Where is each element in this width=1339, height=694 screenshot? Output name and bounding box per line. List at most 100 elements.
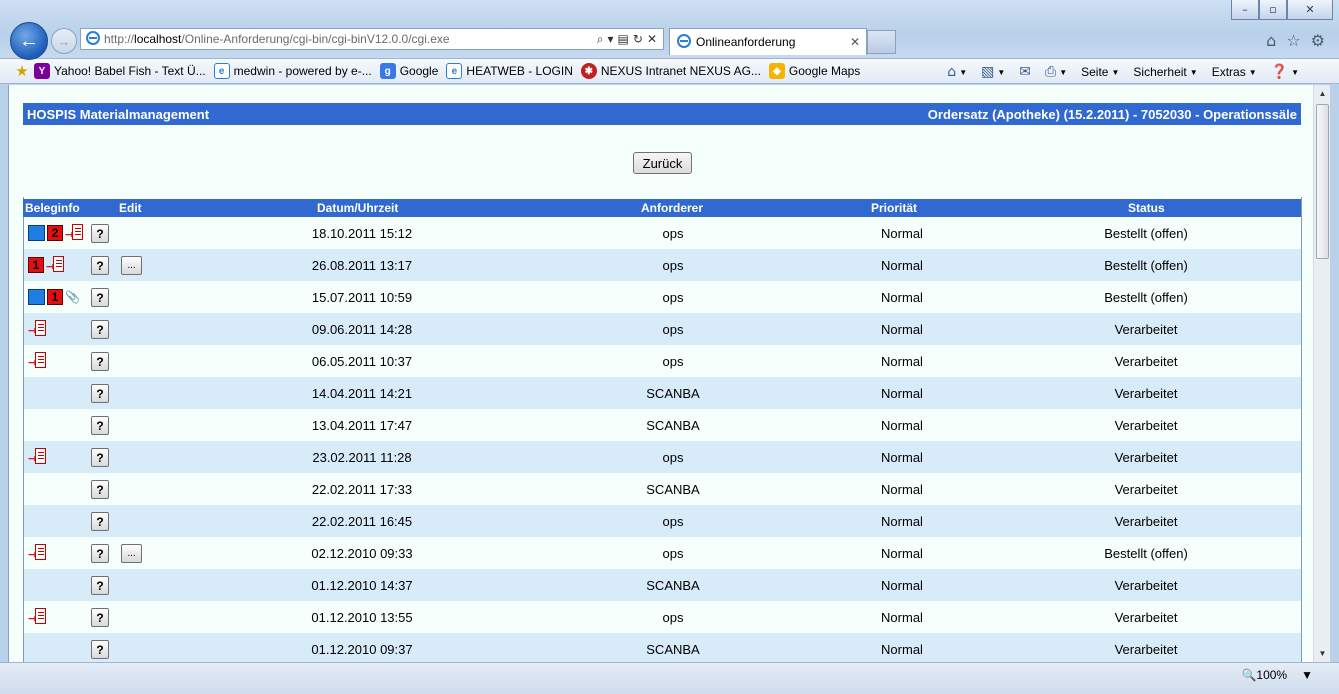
scroll-down-icon[interactable]: ▼ — [1314, 645, 1330, 662]
favorite-google[interactable]: g Google — [379, 63, 438, 79]
page-menu[interactable]: Seite ▼ — [1081, 65, 1119, 79]
table-row: 1 →?... 26.08.2011 13:17 ops Normal Bestellt … — [24, 249, 1301, 281]
status-cell: Verarbeitet — [1114, 609, 1178, 625]
tab-onlineanforderung[interactable]: Onlineanforderung ✕ — [669, 28, 867, 55]
google-maps-icon: ◆ — [768, 63, 785, 79]
vertical-scrollbar[interactable]: ▲ ▼ — [1313, 85, 1330, 662]
info-button[interactable]: ? — [91, 448, 109, 467]
datetime-cell: 15.07.2011 10:59 — [311, 289, 413, 305]
count-badge: 2 — [47, 225, 63, 241]
beleginfo-cell — [28, 633, 90, 662]
ie-page-icon — [86, 30, 100, 48]
gear-icon[interactable]: ⚙ — [1311, 31, 1325, 50]
table-row: ? 14.04.2011 14:21 SCANBA Normal Verarbeitet — [24, 377, 1301, 409]
info-button[interactable]: ? — [91, 384, 109, 403]
priority-cell: Normal — [881, 289, 923, 305]
info-button[interactable]: ? — [91, 288, 109, 307]
home-icon[interactable]: ⌂ — [1266, 31, 1276, 50]
status-cell: Verarbeitet — [1114, 577, 1178, 593]
status-cell: Verarbeitet — [1114, 641, 1178, 657]
column-priority[interactable]: Priorität — [871, 201, 917, 215]
table-row: 2 →? 18.10.2011 15:12 ops Normal Bestellt (of… — [24, 217, 1301, 249]
column-edit[interactable]: Edit — [119, 201, 142, 215]
table-row: ? 01.12.2010 09:37 SCANBA Normal Verarbeitet — [24, 633, 1301, 662]
document-transfer-icon[interactable]: → — [28, 352, 48, 370]
position-box-icon — [28, 289, 45, 305]
info-button[interactable]: ? — [91, 544, 109, 563]
info-button[interactable]: ? — [91, 480, 109, 499]
favorites-star-icon[interactable]: ☆ — [1286, 31, 1300, 50]
info-button[interactable]: ? — [91, 576, 109, 595]
app-header-bar: HOSPIS Materialmanagement Ordersatz (Apo… — [23, 103, 1301, 125]
edit-button[interactable]: ... — [121, 544, 142, 563]
column-datetime[interactable]: Datum/Uhrzeit — [317, 201, 398, 215]
datetime-cell: 02.12.2010 09:33 — [311, 545, 413, 561]
info-button[interactable]: ? — [91, 640, 109, 659]
zoom-dropdown-icon[interactable]: ▼ — [1301, 668, 1313, 682]
status-bar: 🔍100% ▼ — [0, 662, 1339, 694]
info-button[interactable]: ? — [91, 416, 109, 435]
table-row: ? 13.04.2011 17:47 SCANBA Normal Verarbeitet — [24, 409, 1301, 441]
info-button[interactable]: ? — [91, 320, 109, 339]
zoom-level: 🔍100% — [1241, 668, 1288, 682]
favorites-add-icon[interactable]: ★ — [10, 62, 34, 80]
priority-cell: Normal — [881, 449, 923, 465]
help-menu[interactable]: ❓ ▼ — [1271, 64, 1299, 80]
address-url: http://localhost/Online-Anforderung/cgi-… — [104, 32, 450, 46]
requester-cell: ops — [662, 257, 684, 273]
maximize-icon[interactable]: ▫ — [1259, 0, 1287, 20]
column-requester[interactable]: Anforderer — [641, 201, 703, 215]
info-button[interactable]: ? — [91, 352, 109, 371]
scroll-thumb[interactable] — [1316, 104, 1329, 259]
favorite-yahoo[interactable]: Y Yahoo! Babel Fish - Text Ü... — [34, 63, 206, 79]
refresh-icon[interactable]: ↻ — [633, 32, 643, 47]
document-transfer-icon[interactable]: → — [46, 256, 66, 274]
close-window-icon[interactable]: ✕ — [1287, 0, 1333, 20]
document-transfer-icon[interactable]: → — [28, 608, 48, 626]
compat-view-icon[interactable]: ▤ — [618, 32, 629, 47]
dropdown-caret-icon[interactable]: ▾ — [608, 32, 614, 47]
feeds-command[interactable]: ▧ ▼ — [981, 64, 1005, 80]
priority-cell: Normal — [881, 545, 923, 561]
help-icon: ❓ — [1270, 64, 1289, 80]
zoom-control[interactable]: 🔍100% ▼ — [1241, 668, 1313, 682]
info-button[interactable]: ? — [91, 224, 109, 243]
column-beleginfo[interactable]: Beleginfo — [25, 201, 80, 215]
priority-cell: Normal — [881, 257, 923, 273]
favorite-google-maps[interactable]: ◆ Google Maps — [768, 63, 860, 79]
back-button[interactable]: Zurück — [633, 152, 692, 174]
address-bar[interactable]: http://localhost/Online-Anforderung/cgi-… — [80, 28, 664, 50]
info-button[interactable]: ? — [91, 608, 109, 627]
forward-arrow-icon[interactable]: → — [51, 28, 77, 54]
document-transfer-icon[interactable]: → — [28, 320, 48, 338]
search-icon[interactable]: ⌕ — [597, 32, 604, 47]
document-transfer-icon[interactable]: → — [28, 448, 48, 466]
datetime-cell: 18.10.2011 15:12 — [311, 225, 413, 241]
info-button[interactable]: ? — [91, 512, 109, 531]
info-button[interactable]: ? — [91, 256, 109, 275]
status-cell: Verarbeitet — [1114, 385, 1178, 401]
favorite-nexus[interactable]: ✱ NEXUS Intranet NEXUS AG... — [580, 63, 761, 79]
mail-command[interactable]: ✉ — [1019, 64, 1031, 80]
minimize-icon[interactable]: – — [1231, 0, 1259, 20]
print-command[interactable]: ⎙ ▼ — [1045, 64, 1067, 80]
print-icon: ⎙ — [1045, 64, 1057, 80]
extras-menu[interactable]: Extras ▼ — [1212, 65, 1257, 79]
column-status[interactable]: Status — [1128, 201, 1165, 215]
document-transfer-icon[interactable]: → — [28, 544, 48, 562]
home-command[interactable]: ⌂ ▼ — [947, 64, 967, 80]
beleginfo-cell: → — [28, 537, 90, 569]
document-transfer-icon[interactable]: → — [65, 224, 85, 242]
edit-button[interactable]: ... — [121, 256, 142, 275]
tab-close-icon[interactable]: ✕ — [850, 35, 860, 49]
priority-cell: Normal — [881, 481, 923, 497]
back-arrow-icon[interactable]: ← — [10, 22, 48, 60]
requester-cell: SCANBA — [646, 481, 700, 497]
paperclip-icon[interactable]: 📎 — [65, 290, 80, 304]
new-tab-button[interactable] — [867, 30, 896, 54]
favorite-medwin[interactable]: e medwin - powered by e-... — [213, 63, 372, 79]
safety-menu[interactable]: Sicherheit ▼ — [1133, 65, 1197, 79]
stop-icon[interactable]: ✕ — [647, 32, 657, 47]
favorite-heatweb[interactable]: e HEATWEB - LOGIN — [446, 63, 573, 79]
scroll-up-icon[interactable]: ▲ — [1314, 85, 1330, 102]
